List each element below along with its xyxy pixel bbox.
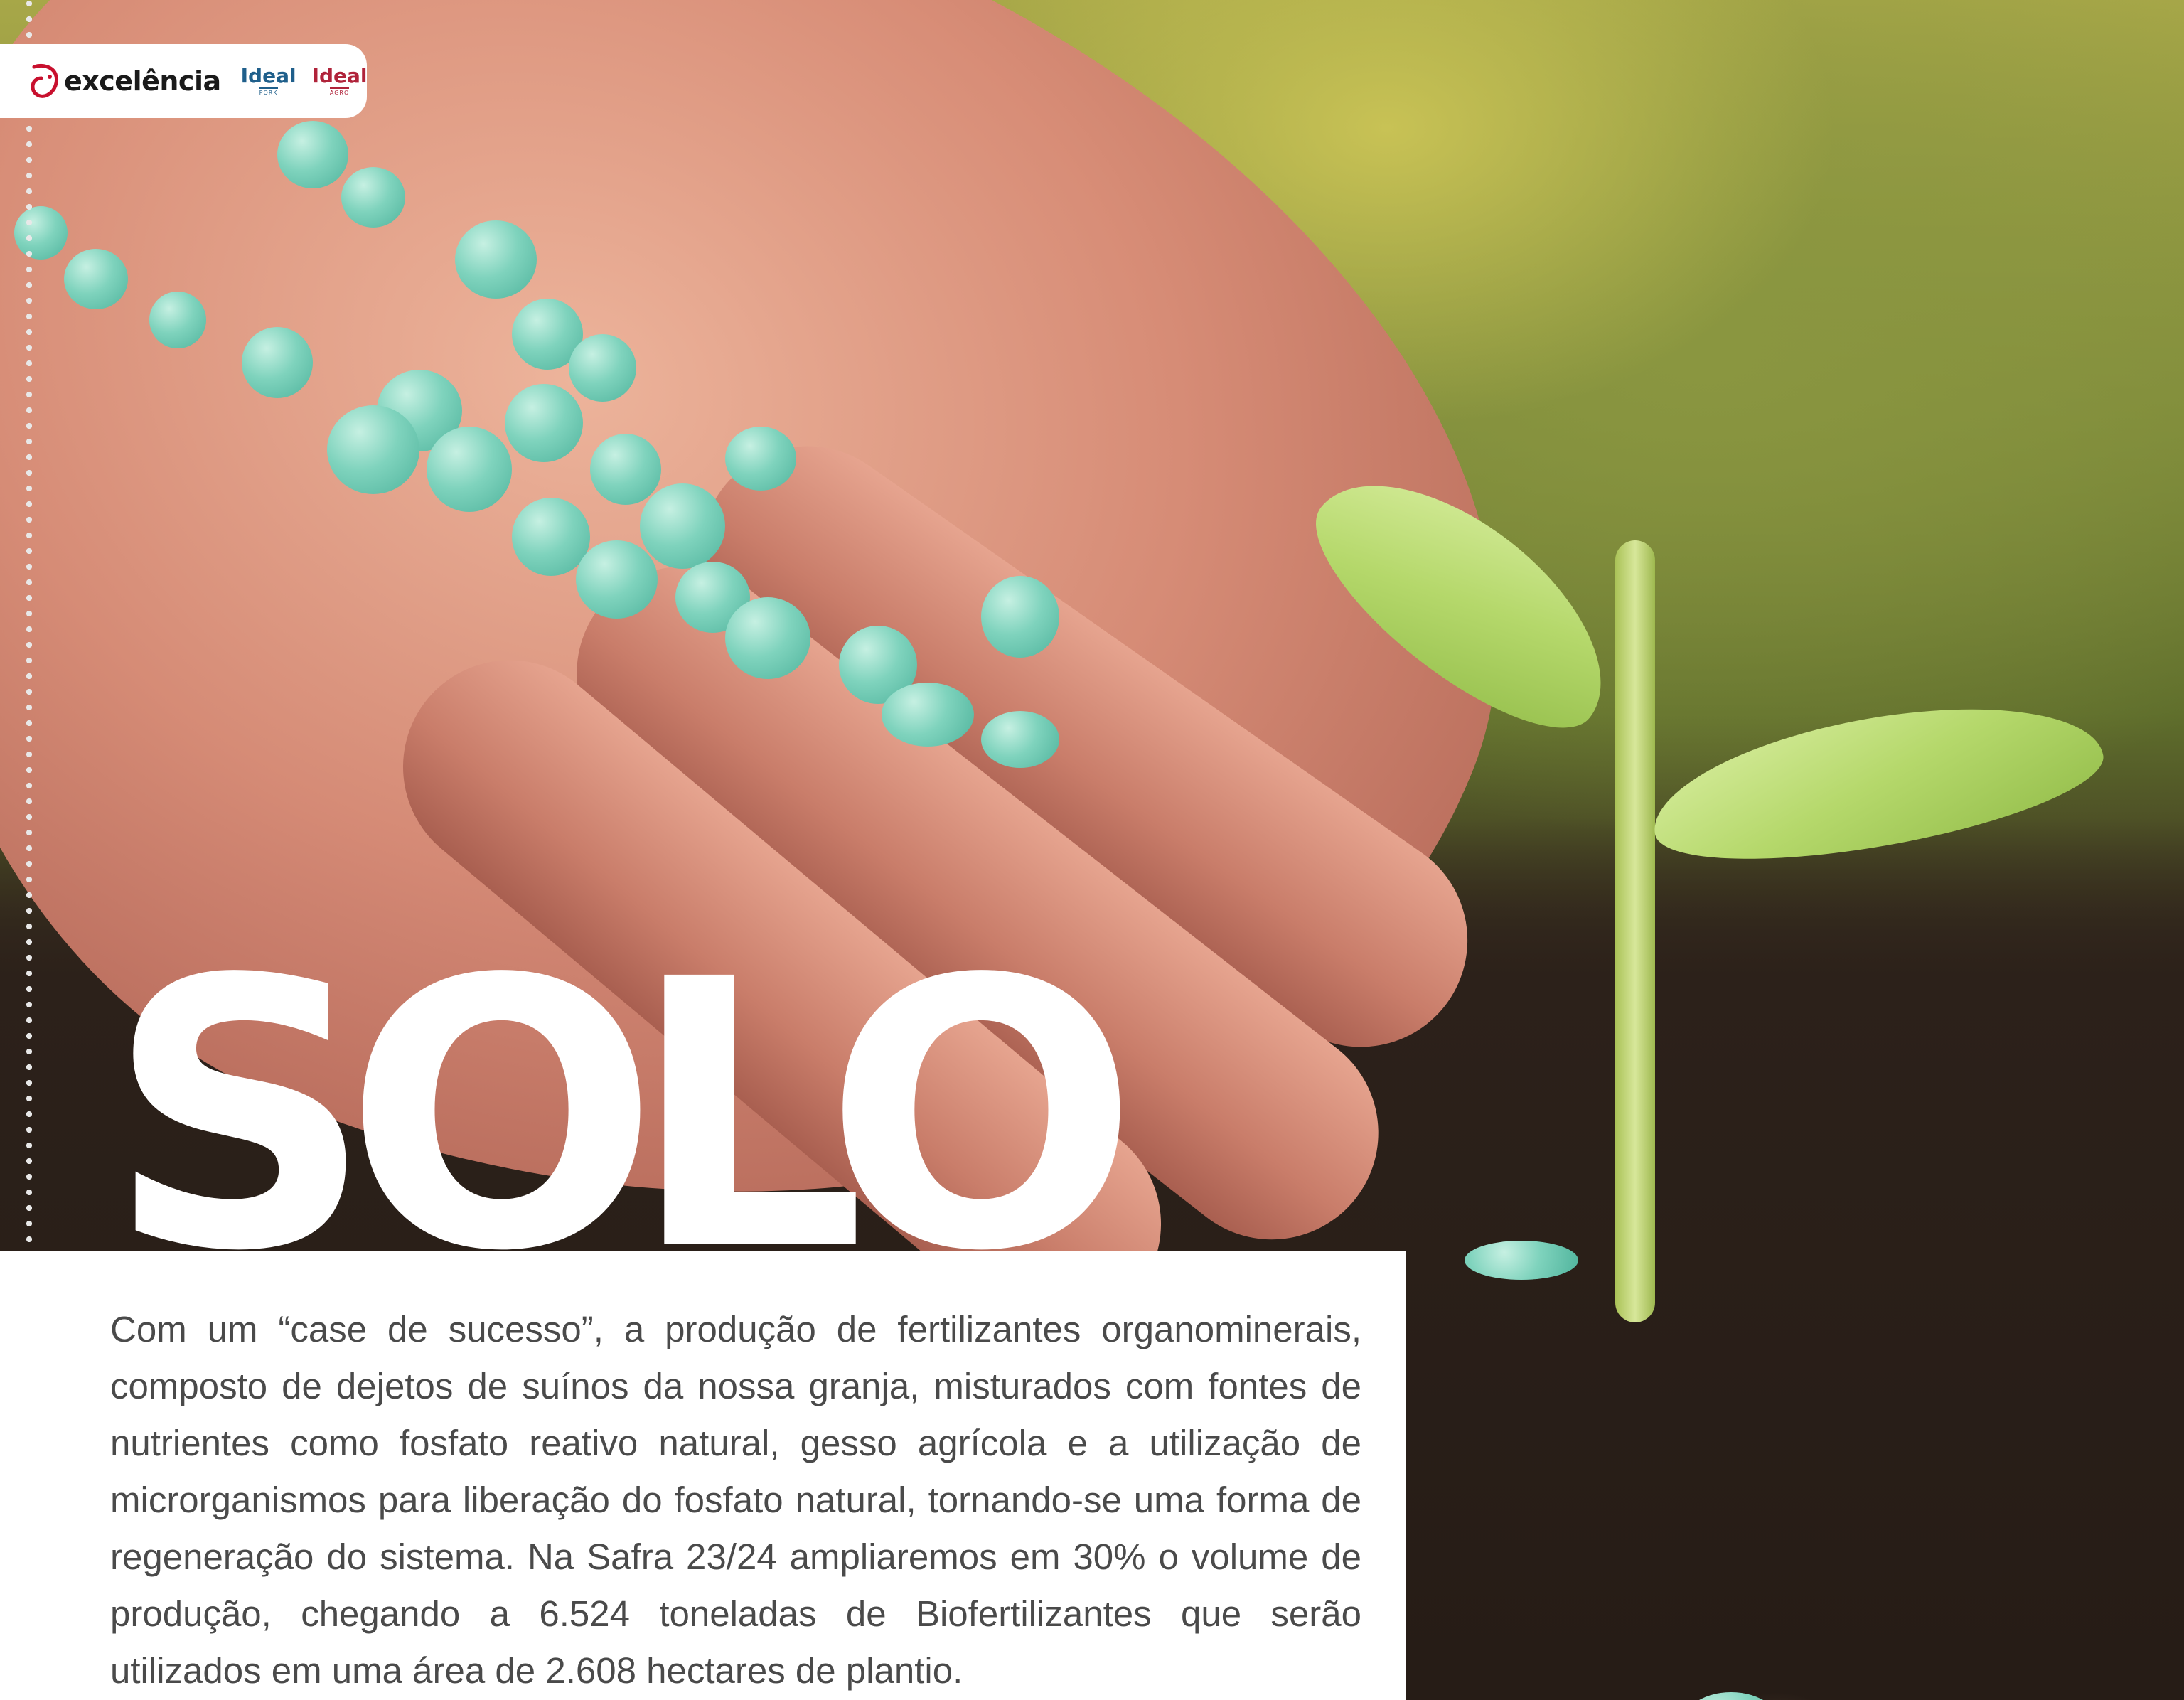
- fertilizer-granule: [725, 427, 796, 491]
- fertilizer-granule: [455, 220, 537, 299]
- fertilizer-granule: [725, 597, 810, 679]
- pig-icon: [31, 63, 58, 98]
- fertilizer-granule: [14, 206, 68, 260]
- fertilizer-granule: [277, 121, 348, 188]
- ideal-pork-logo: Ideal PORK: [240, 64, 296, 97]
- fertilizer-granule: [576, 540, 658, 619]
- ideal-pork-tag: PORK: [259, 87, 278, 96]
- excelencia-logo-text: excelência: [64, 65, 221, 97]
- ideal-pork-name: Ideal: [240, 64, 296, 87]
- fertilizer-granule: [427, 427, 512, 512]
- article-headline: SOLO: [107, 901, 1138, 1332]
- ideal-agro-tag: AGRO: [329, 87, 350, 96]
- seedling-stem: [1615, 540, 1655, 1322]
- ideal-agro-logo: Ideal AGRO: [311, 64, 368, 97]
- fertilizer-granule: [64, 249, 128, 309]
- fertilizer-granule: [882, 683, 974, 747]
- brand-logo-bar: excelência Ideal PORK Ideal AGRO: [0, 44, 368, 118]
- fertilizer-granule: [640, 483, 725, 569]
- fertilizer-granule: [590, 434, 661, 505]
- fertilizer-granule: [505, 384, 583, 462]
- ideal-agro-name: Ideal: [311, 64, 368, 87]
- fertilizer-granule: [1465, 1241, 1578, 1280]
- fertilizer-granule: [327, 405, 419, 494]
- excelencia-logo: excelência: [28, 63, 221, 100]
- fertilizer-granule: [242, 327, 313, 398]
- article-body: Com um “case de sucesso”, a produção de …: [110, 1309, 1361, 1691]
- fertilizer-granule: [341, 167, 405, 228]
- fertilizer-granule: [981, 711, 1059, 768]
- fertilizer-granule: [149, 292, 206, 348]
- fertilizer-granule: [569, 334, 636, 402]
- fertilizer-granule: [981, 576, 1059, 658]
